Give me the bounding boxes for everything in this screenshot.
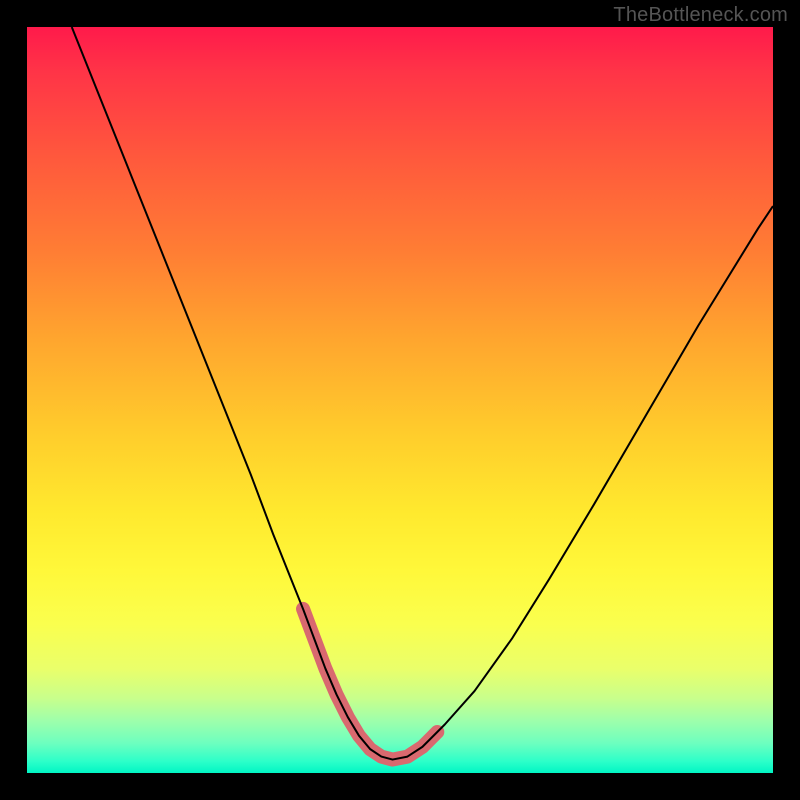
curve-svg: [27, 27, 773, 773]
black-curve-path: [72, 27, 773, 760]
pink-highlight-path: [303, 609, 437, 760]
watermark-text: TheBottleneck.com: [613, 4, 788, 27]
plot-area: [27, 27, 773, 773]
